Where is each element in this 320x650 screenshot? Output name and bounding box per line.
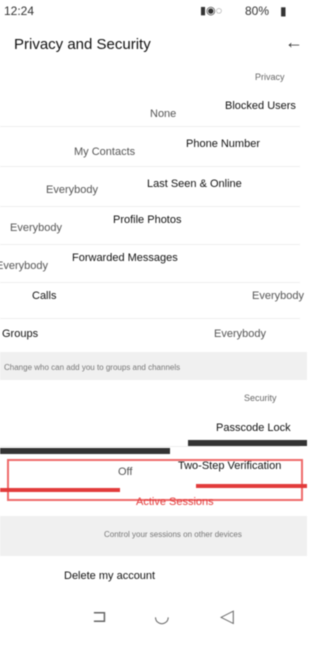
sessions-hint-band: Control your sessions on other devices bbox=[0, 516, 307, 556]
sessions-hint: Control your sessions on other devices bbox=[104, 530, 242, 539]
groups-label: Groups bbox=[2, 328, 39, 340]
row-blocked-users[interactable]: Blocked Users None bbox=[0, 88, 307, 124]
forwarded-messages-label: Forwarded Messages bbox=[72, 252, 178, 264]
home-icon[interactable]: ◡ bbox=[154, 606, 170, 627]
row-delete-account[interactable]: Delete my account bbox=[0, 556, 307, 592]
phone-number-value: My Contacts bbox=[74, 146, 136, 158]
groups-value: Everybody bbox=[214, 328, 266, 340]
status-bar: 12:24 ▮◉◌ 80% ▮ bbox=[0, 0, 307, 24]
recent-apps-icon[interactable]: ⊐ bbox=[92, 606, 107, 627]
groups-hint-band: Change who can add you to groups and cha… bbox=[0, 352, 307, 380]
row-active-sessions[interactable]: Active Sessions bbox=[0, 492, 307, 516]
two-step-value: Off bbox=[118, 466, 133, 478]
delete-account-label: Delete my account bbox=[64, 570, 156, 582]
row-calls[interactable]: Calls Everybody bbox=[0, 282, 307, 318]
row-groups[interactable]: Groups Everybody bbox=[0, 318, 307, 352]
blocked-users-value: None bbox=[150, 108, 177, 120]
last-seen-value: Everybody bbox=[46, 184, 98, 196]
divider bbox=[0, 166, 300, 167]
tear-line bbox=[188, 440, 307, 446]
page-title: Privacy and Security bbox=[14, 36, 151, 53]
phone-number-label: Phone Number bbox=[186, 138, 260, 150]
nav-back-icon[interactable]: ◁ bbox=[220, 606, 234, 627]
status-icons: ▮◉◌ bbox=[200, 5, 223, 17]
row-phone-number[interactable]: Phone Number My Contacts bbox=[0, 128, 307, 164]
last-seen-label: Last Seen & Online bbox=[147, 178, 242, 190]
row-last-seen[interactable]: Last Seen & Online Everybody bbox=[0, 168, 307, 204]
status-time: 12:24 bbox=[4, 4, 35, 18]
passcode-lock-label: Passcode Lock bbox=[216, 422, 291, 434]
arrow-left-icon[interactable]: ← bbox=[285, 32, 303, 53]
groups-hint: Change who can add you to groups and cha… bbox=[4, 363, 181, 372]
profile-photos-value: Everybody bbox=[10, 222, 62, 234]
two-step-label: Two-Step Verification bbox=[178, 460, 282, 472]
blocked-users-label: Blocked Users bbox=[225, 100, 296, 112]
row-profile-photos[interactable]: Profile Photos Everybody bbox=[0, 206, 307, 242]
divider bbox=[0, 446, 300, 447]
app-bar: Privacy and Security ← bbox=[0, 24, 307, 68]
tear-line bbox=[0, 448, 170, 454]
privacy-section-header: Privacy bbox=[255, 72, 285, 82]
active-sessions-label: Active Sessions bbox=[136, 496, 214, 508]
row-forwarded-messages[interactable]: Forwarded Messages Everybody bbox=[0, 244, 307, 280]
security-section-header: Security bbox=[244, 393, 277, 403]
divider bbox=[0, 126, 300, 127]
forwarded-messages-value: Everybody bbox=[0, 260, 48, 272]
calls-value: Everybody bbox=[252, 290, 304, 302]
battery-level: 80% bbox=[245, 4, 270, 18]
calls-label: Calls bbox=[32, 290, 57, 302]
highlight-underline bbox=[196, 484, 307, 488]
battery-icon: ▮ bbox=[280, 4, 287, 18]
profile-photos-label: Profile Photos bbox=[113, 214, 182, 226]
system-nav-bar: ⊐ ◡ ◁ bbox=[0, 592, 307, 650]
